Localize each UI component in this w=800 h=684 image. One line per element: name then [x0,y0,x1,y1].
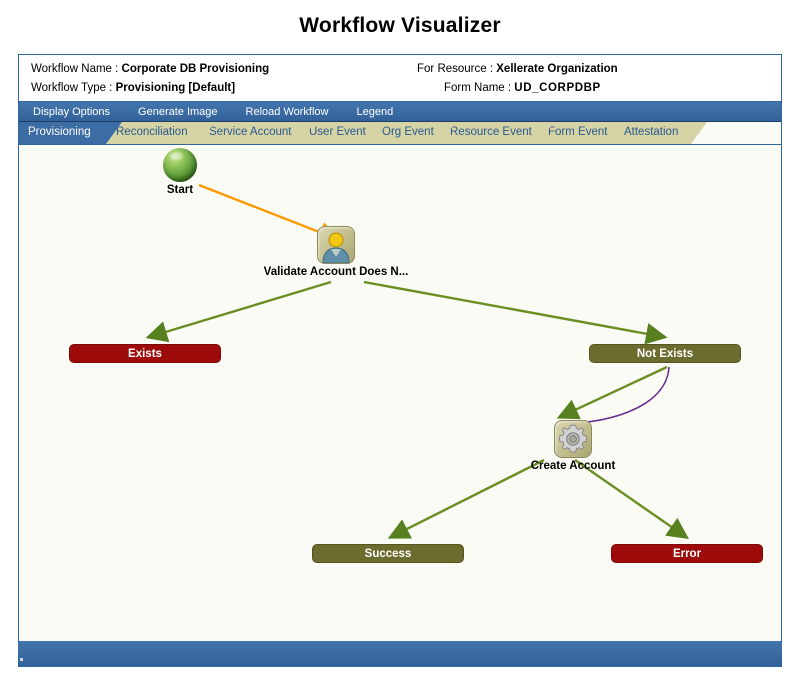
menu-item-generate-image[interactable]: Generate Image [124,106,232,118]
tab-label: Resource Event [450,126,532,138]
workflow-type-value: Provisioning [Default] [115,82,236,94]
tab-label: Attestation [624,126,679,138]
workflow-canvas[interactable]: Start Validate Account Does N... Create … [19,145,781,628]
node-create-account[interactable]: Create Account [514,420,632,472]
scroll-indicator [20,658,23,661]
workflow-name-label: Workflow Name : [31,63,119,75]
menu-item-legend[interactable]: Legend [343,106,408,118]
form-name-value: UD_CORPDBP [514,82,601,94]
status-box-not-exists[interactable]: Not Exists [589,344,741,363]
status-box-success[interactable]: Success [312,544,464,563]
green-sphere-icon [163,148,197,182]
page-title: Workflow Visualizer [299,14,501,37]
tab-label: Form Event [548,126,608,138]
tab-resource-event[interactable]: Resource Event [441,122,554,144]
node-start-label: Start [166,184,194,196]
workflow-type-row: Workflow Type : Provisioning [Default] [31,82,235,94]
tab-reconciliation[interactable]: Reconciliation [107,122,215,144]
workflow-visualizer-window: Workflow Name : Corporate DB Provisionin… [18,54,782,667]
workflow-name-value: Corporate DB Provisioning [121,63,270,75]
edge-validate-to-exists [145,280,332,343]
tab-form-event[interactable]: Form Event [539,122,630,144]
menu-bar: Display Options Generate Image Reload Work… [19,102,781,122]
workflow-name-row: Workflow Name : Corporate DB Provisionin… [31,63,269,75]
tab-attestation[interactable]: Attestation [615,122,707,144]
tab-provisioning[interactable]: Provisioning [19,122,122,144]
user-person-icon [317,226,355,264]
status-box-error[interactable]: Error [611,544,763,563]
node-create-account-label: Create Account [530,460,616,472]
edge-not-exists-to-create [556,365,668,420]
tab-label: Org Event [382,126,434,138]
edge-validate-to-not-exists [363,280,668,345]
menu-item-display-options[interactable]: Display Options [19,106,124,118]
workflow-type-label: Workflow Type : [31,82,113,94]
node-validate-account[interactable]: Validate Account Does N... [256,226,416,278]
menu-item-reload-workflow[interactable]: Reload Workflow [232,106,343,118]
workflow-info-panel: Workflow Name : Corporate DB Provisionin… [19,55,781,102]
for-resource-value: Xellerate Organization [496,63,618,75]
edge-not-exists-to-create-purple [558,366,670,425]
tab-strip: Provisioning Reconciliation Service Accoun… [19,122,781,145]
tab-label: Service Account [209,126,292,138]
tab-service-account[interactable]: Service Account [200,122,315,144]
gear-cog-icon [554,420,592,458]
tab-label: Provisioning [28,126,91,138]
tab-label: Reconciliation [116,126,188,138]
for-resource-row: For Resource : Xellerate Organization [417,63,618,75]
status-box-exists[interactable]: Exists [69,344,221,363]
for-resource-label: For Resource : [417,63,494,75]
node-start[interactable]: Start [147,148,213,196]
form-name-row: Form Name : UD_CORPDBP [444,82,601,94]
footer-bar [18,641,782,666]
tab-label: User Event [309,126,366,138]
node-validate-account-label: Validate Account Does N... [263,266,409,278]
form-name-label: Form Name : [444,82,512,94]
